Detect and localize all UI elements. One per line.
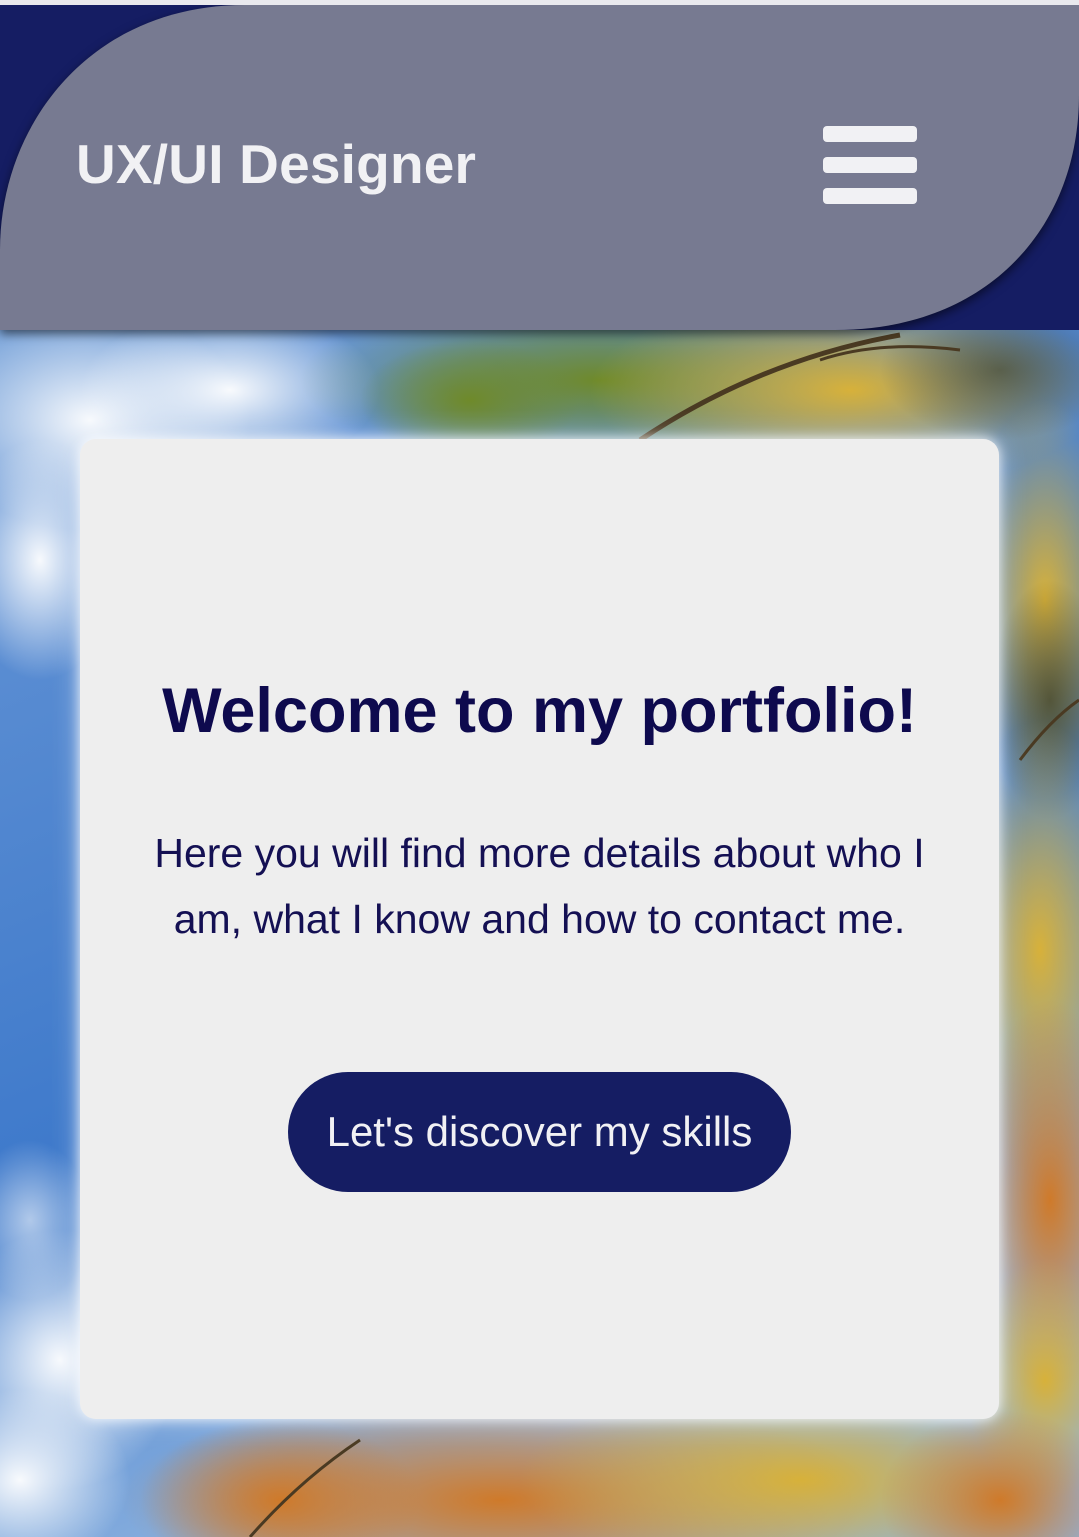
top-border [0, 0, 1079, 5]
menu-bar [823, 157, 917, 173]
portfolio-page: UX/UI Designer Welcome to my portfolio! … [0, 0, 1079, 1537]
hamburger-menu-icon[interactable] [820, 122, 920, 210]
welcome-heading: Welcome to my portfolio! [162, 676, 917, 746]
menu-bar [823, 126, 917, 142]
welcome-description: Here you will find more details about wh… [154, 830, 925, 942]
site-title: UX/UI Designer [76, 133, 477, 195]
discover-skills-button[interactable]: Let's discover my skills [288, 1072, 791, 1192]
menu-bar [823, 188, 917, 204]
